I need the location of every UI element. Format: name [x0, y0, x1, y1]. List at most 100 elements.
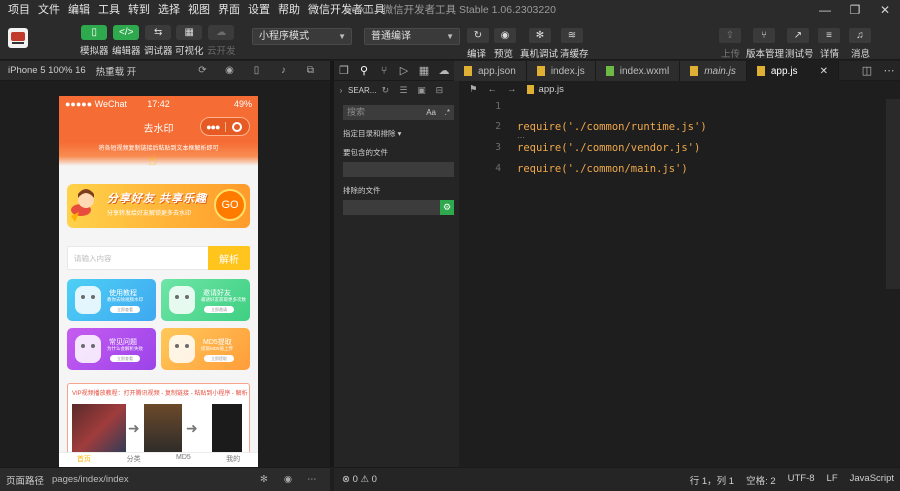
restore-button[interactable]: ❐	[840, 0, 870, 20]
menu-project[interactable]: 项目	[0, 0, 34, 20]
menu-tools[interactable]: 工具	[94, 0, 124, 20]
more-icon[interactable]: ⋯	[878, 61, 900, 81]
search-input[interactable]: 搜索 Aa .*	[343, 105, 454, 120]
menu-settings[interactable]: 设置	[244, 0, 274, 20]
record-icon[interactable]: ◉	[216, 61, 243, 81]
tab-mine[interactable]: 我的	[208, 453, 258, 467]
exclude-input[interactable]: ⚙	[343, 200, 454, 215]
rotate-icon[interactable]: ⟳	[189, 61, 216, 81]
card-invite[interactable]: 邀请好友 邀请好友获取更多次数 立即邀请	[161, 279, 250, 321]
close-icon[interactable]: ✕	[820, 66, 828, 77]
search-icon[interactable]: ⚲	[354, 64, 374, 77]
tab-app-js[interactable]: app.js ✕	[746, 61, 839, 81]
source-control-icon[interactable]: ⑂	[374, 65, 394, 77]
bookmark-icon[interactable]: ⚑	[469, 84, 478, 95]
device-icon[interactable]: ▯	[243, 61, 270, 81]
debugger-button[interactable]: ⇆ 调试器	[144, 25, 173, 57]
explorer-icon[interactable]: ❐	[334, 64, 354, 77]
chevron-right-icon[interactable]: ›	[334, 86, 348, 95]
messages-button[interactable]: ♫	[849, 28, 871, 43]
cloud-icon[interactable]: ☁	[434, 64, 454, 77]
back-arrow-icon[interactable]: ←	[488, 84, 498, 95]
close-button[interactable]: ✕	[870, 0, 900, 20]
menu-file[interactable]: 文件	[34, 0, 64, 20]
code-editor[interactable]: ⚑ ← → app.js 1 2 require('./common/runti…	[459, 81, 900, 467]
version-button[interactable]: ⑂	[753, 28, 775, 43]
tab-index-wxml[interactable]: index.wxml	[595, 61, 681, 81]
mute-icon[interactable]: ♪	[270, 61, 297, 81]
bug-icon[interactable]: ✻	[252, 474, 276, 485]
split-editor-icon[interactable]: ◫	[856, 61, 878, 81]
more-icon[interactable]: ●●●	[201, 122, 225, 132]
menu-edit[interactable]: 编辑	[64, 0, 94, 20]
tab-md5[interactable]: MD5	[159, 453, 209, 467]
tab-index-js[interactable]: index.js	[526, 61, 596, 81]
menu-help[interactable]: 帮助	[274, 0, 304, 20]
page-path-label[interactable]: 页面路径	[0, 473, 44, 487]
refresh-icon[interactable]: ↻	[376, 85, 394, 96]
card-button[interactable]: 立即查看	[110, 355, 140, 362]
forward-arrow-icon[interactable]: →	[507, 84, 517, 95]
tab-home[interactable]: 首页	[59, 453, 109, 467]
menu-goto[interactable]: 转到	[124, 0, 154, 20]
capsule-menu[interactable]: ●●●	[200, 117, 250, 136]
avatar[interactable]	[8, 28, 28, 48]
cursor-position[interactable]: 行 1，列 1	[690, 473, 734, 487]
upload-button[interactable]: ⇪	[719, 28, 741, 43]
compile-button[interactable]: ↻	[467, 28, 489, 43]
collapse-all-icon[interactable]: ⊟	[430, 85, 448, 96]
menu-select[interactable]: 选择	[154, 0, 184, 20]
scrollbar[interactable]	[886, 99, 900, 289]
clear-results-icon[interactable]: ☰	[394, 85, 412, 96]
tab-app-json[interactable]: app.json	[454, 61, 527, 81]
compile-select[interactable]: 普通编译 ▼	[364, 28, 460, 45]
close-mini-program-icon[interactable]	[226, 121, 250, 132]
menu-view[interactable]: 视图	[184, 0, 214, 20]
page-path[interactable]: pages/index/index	[52, 474, 129, 485]
minimize-button[interactable]: —	[810, 0, 840, 20]
menu-wechat-devtools[interactable]: 微信开发者工具	[304, 0, 389, 20]
device-select[interactable]: iPhone 5 100% 16	[0, 65, 86, 76]
encoding[interactable]: UTF-8	[788, 473, 815, 487]
link-input[interactable]: 请输入内容	[74, 253, 112, 264]
gear-icon[interactable]: ⚙	[440, 200, 454, 215]
more-icon[interactable]: ⋯	[300, 474, 324, 485]
clear-cache-button[interactable]: ≋	[561, 28, 583, 43]
test-account-button[interactable]: ↗	[787, 28, 809, 43]
indentation[interactable]: 空格: 2	[746, 473, 776, 487]
card-button[interactable]: 立即邀请	[204, 306, 234, 313]
mode-select[interactable]: 小程序模式 ▼	[252, 28, 352, 45]
extensions-icon[interactable]: ▦	[414, 64, 434, 77]
tab-main-js[interactable]: main.js	[680, 61, 747, 81]
popout-icon[interactable]: ⧉	[297, 61, 324, 81]
new-search-icon[interactable]: ▣	[412, 85, 430, 96]
problems-count[interactable]: ⊗ 0 ⚠ 0	[334, 474, 377, 485]
card-md5[interactable]: MD5提取 提取MD5值上传 立即提取	[161, 328, 250, 370]
tab-category[interactable]: 分类	[109, 453, 159, 467]
card-tutorial[interactable]: 使用教程 教你去除视频水印 立即查看	[67, 279, 156, 321]
device-debug-button[interactable]: ✻	[529, 28, 551, 43]
hot-reload-toggle[interactable]: 热重载 开	[96, 64, 137, 78]
menu-interface[interactable]: 界面	[214, 0, 244, 20]
card-button[interactable]: 立即提取	[204, 355, 234, 362]
cloud-button[interactable]: ☁ 云开发	[207, 25, 236, 57]
editor-button[interactable]: </> 编辑器	[112, 25, 141, 57]
simulator-button[interactable]: ▯ 模拟器	[80, 25, 109, 57]
match-case-toggle[interactable]: Aa	[426, 105, 436, 120]
card-faq[interactable]: 常见问题 为什么会解析失败 立即查看	[67, 328, 156, 370]
visual-button[interactable]: ▦ 可视化	[175, 25, 204, 57]
preview-button[interactable]: ◉	[494, 28, 516, 43]
include-input[interactable]	[343, 162, 454, 177]
regex-toggle[interactable]: .*	[445, 105, 450, 120]
go-button[interactable]: GO	[214, 189, 246, 221]
parse-button[interactable]: 解析	[208, 246, 250, 270]
line-ending[interactable]: LF	[827, 473, 838, 487]
language-mode[interactable]: JavaScript	[850, 473, 894, 487]
scope-toggle[interactable]: 指定目录和排除 ▾	[343, 128, 459, 139]
details-button[interactable]: ≡	[818, 28, 840, 43]
debug-icon[interactable]: ▷	[394, 64, 414, 77]
eye-icon[interactable]: ◉	[276, 474, 300, 485]
share-banner[interactable]: 分享好友 共享乐趣 分享转发给好友解锁更多去水印 GO	[67, 184, 250, 228]
breadcrumb-file[interactable]: app.js	[526, 84, 564, 95]
card-button[interactable]: 立即查看	[110, 306, 140, 313]
